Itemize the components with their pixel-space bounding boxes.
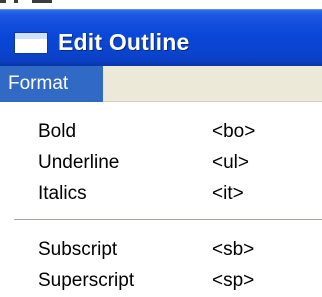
format-dropdown-menu: Bold <bo> Underline <ul> Italics <it> Su… bbox=[0, 102, 322, 297]
menu-item-label: Subscript bbox=[38, 239, 118, 260]
window-icon bbox=[14, 32, 48, 54]
menu-bar: Format bbox=[0, 66, 322, 102]
menu-separator bbox=[14, 219, 322, 221]
menu-item-label: Italics bbox=[38, 183, 87, 204]
menu-item-shortcut: <ul> bbox=[212, 152, 249, 173]
menu-item-shortcut: <bo> bbox=[212, 121, 256, 142]
window-title: Edit Outline bbox=[58, 29, 190, 55]
menu-item-shortcut: <sp> bbox=[212, 270, 255, 291]
menu-item-subscript[interactable]: Subscript <sb> bbox=[0, 234, 322, 265]
menu-item-shortcut: <sb> bbox=[212, 239, 255, 260]
menu-item-italics[interactable]: Italics <it> bbox=[0, 178, 322, 209]
menu-format[interactable]: Format bbox=[0, 66, 103, 102]
clipped-text-fragment bbox=[0, 0, 322, 3]
menu-item-shortcut: <it> bbox=[212, 183, 244, 204]
menu-item-superscript[interactable]: Superscript <sp> bbox=[0, 265, 322, 296]
menu-item-bold[interactable]: Bold <bo> bbox=[0, 116, 322, 147]
menu-item-label: Superscript bbox=[38, 270, 135, 291]
previous-window-edge bbox=[0, 0, 322, 9]
menu-item-label: Underline bbox=[38, 152, 120, 173]
menu-item-label: Bold bbox=[38, 121, 77, 142]
menu-item-underline[interactable]: Underline <ul> bbox=[0, 147, 322, 178]
title-bar[interactable]: Edit Outline bbox=[0, 9, 322, 66]
